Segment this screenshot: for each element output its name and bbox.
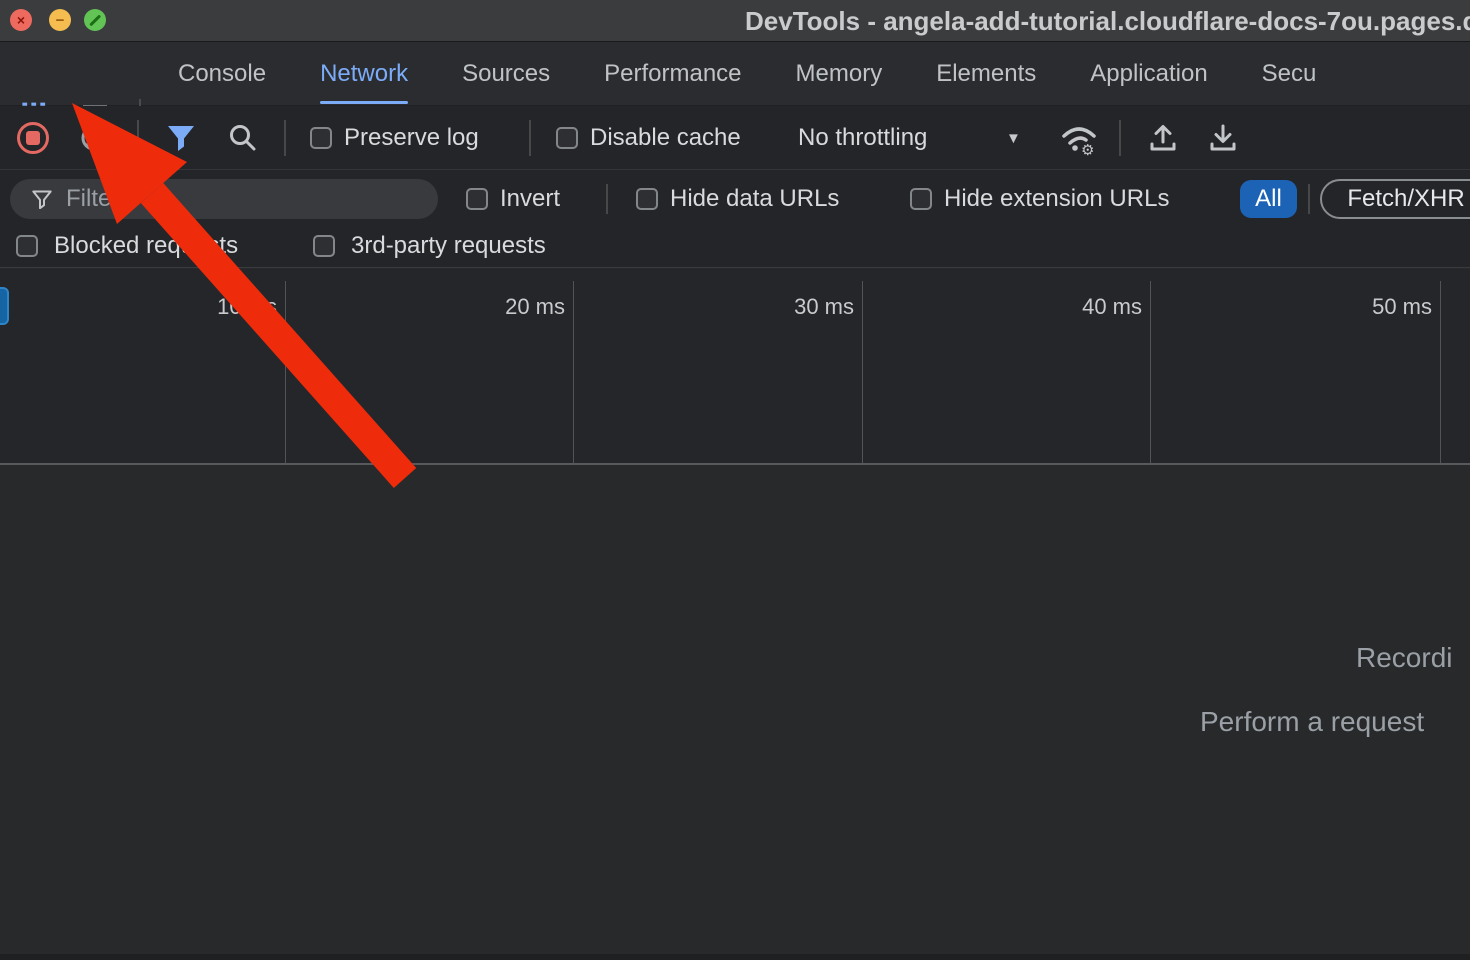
zoom-window-button[interactable] <box>84 9 106 31</box>
minimize-window-button[interactable]: − <box>49 9 71 31</box>
macos-titlebar: × − DevTools - angela-add-tutorial.cloud… <box>0 0 1470 42</box>
network-overview-timeline: 10 ms 20 ms 30 ms 40 ms 50 ms <box>0 269 1470 465</box>
record-network-log-button[interactable] <box>17 122 49 154</box>
close-window-button[interactable]: × <box>10 9 32 31</box>
filter-row-separator <box>606 184 608 214</box>
timeline-tick-40ms: 40 ms <box>1082 294 1142 320</box>
timeline-tick-20ms: 20 ms <box>505 294 565 320</box>
timeline-gridline <box>1150 281 1151 463</box>
request-type-all-chip[interactable]: All <box>1240 180 1297 218</box>
throttling-caret-icon: ▼ <box>1006 130 1021 147</box>
toolbar-separator <box>529 120 531 156</box>
throttling-select[interactable]: No throttling <box>798 106 927 170</box>
filter-funnel-icon <box>166 124 196 152</box>
invert-label: Invert <box>500 185 560 213</box>
tab-sources[interactable]: Sources <box>462 42 550 106</box>
network-conditions-button[interactable]: ⚙ <box>1058 119 1100 159</box>
timeline-gridline <box>1440 281 1441 463</box>
tab-application[interactable]: Application <box>1090 42 1207 106</box>
blocked-requests-toggle[interactable]: Blocked requests <box>16 224 238 268</box>
stop-record-icon <box>26 131 40 145</box>
toolbar-separator <box>137 120 139 156</box>
toolbar-separator <box>1119 120 1121 156</box>
network-toolbar: Preserve log Disable cache No throttling… <box>0 106 1470 170</box>
search-network-button[interactable] <box>226 122 260 154</box>
hide-data-urls-label: Hide data URLs <box>670 185 839 213</box>
tab-elements[interactable]: Elements <box>936 42 1036 106</box>
timeline-gridline <box>573 281 574 463</box>
timeline-gridline <box>862 281 863 463</box>
devtools-tabs: Console Network Sources Performance Memo… <box>178 42 1316 106</box>
tab-network[interactable]: Network <box>320 42 408 106</box>
devtools-tabbar: Console Network Sources Performance Memo… <box>0 42 1470 106</box>
preserve-log-label: Preserve log <box>344 124 479 152</box>
bottom-edge <box>0 954 1470 960</box>
empty-state-recording-text: Recordi <box>1356 642 1452 674</box>
upload-icon <box>1147 121 1179 155</box>
filter-toggle-button[interactable] <box>164 122 198 154</box>
filter-input-funnel-icon <box>32 190 52 209</box>
third-party-requests-label: 3rd-party requests <box>351 232 546 260</box>
blocked-requests-label: Blocked requests <box>54 232 238 260</box>
hide-data-urls-toggle[interactable]: Hide data URLs <box>636 170 839 228</box>
filter-input[interactable] <box>66 185 396 213</box>
tab-console[interactable]: Console <box>178 42 266 106</box>
search-icon <box>228 123 258 153</box>
throttling-value: No throttling <box>798 124 927 152</box>
more-filters-row: Blocked requests 3rd-party requests <box>0 228 1470 268</box>
clear-network-log-button[interactable] <box>80 124 108 152</box>
devtools-window: × − DevTools - angela-add-tutorial.cloud… <box>0 0 1470 960</box>
preserve-log-checkbox[interactable] <box>310 127 332 149</box>
filter-input-container[interactable] <box>10 179 438 219</box>
timeline-gridline <box>285 281 286 463</box>
network-requests-empty-area: Recordi Perform a request <box>0 467 1470 960</box>
window-title: DevTools - angela-add-tutorial.cloudflar… <box>745 0 1470 42</box>
third-party-requests-checkbox[interactable] <box>313 235 335 257</box>
timeline-tick-10ms: 10 ms <box>217 294 277 320</box>
blocked-requests-checkbox[interactable] <box>16 235 38 257</box>
network-filter-row: Invert Hide data URLs Hide extension URL… <box>0 170 1470 228</box>
clear-icon <box>80 124 108 152</box>
export-har-button[interactable] <box>1206 121 1240 155</box>
empty-state-perform-request-text: Perform a request <box>1200 706 1424 738</box>
download-icon <box>1207 121 1239 155</box>
tab-performance[interactable]: Performance <box>604 42 741 106</box>
disable-cache-toggle[interactable]: Disable cache <box>556 106 741 170</box>
filter-row-separator <box>1308 184 1310 214</box>
tab-security[interactable]: Secu <box>1262 42 1317 106</box>
disable-cache-label: Disable cache <box>590 124 741 152</box>
preserve-log-toggle[interactable]: Preserve log <box>310 106 479 170</box>
hide-data-urls-checkbox[interactable] <box>636 188 658 210</box>
timeline-tick-30ms: 30 ms <box>794 294 854 320</box>
zoom-icon <box>89 14 101 26</box>
hide-extension-urls-label: Hide extension URLs <box>944 185 1169 213</box>
request-type-fetch-xhr-chip[interactable]: Fetch/XHR <box>1320 179 1470 219</box>
import-har-button[interactable] <box>1146 121 1180 155</box>
disable-cache-checkbox[interactable] <box>556 127 578 149</box>
hide-extension-urls-checkbox[interactable] <box>910 188 932 210</box>
invert-filter-toggle[interactable]: Invert <box>466 170 560 228</box>
close-icon: × <box>17 13 25 27</box>
timeline-selection-handle[interactable] <box>0 287 9 325</box>
minimize-icon: − <box>56 13 65 28</box>
network-conditions-icon: ⚙ <box>1058 119 1100 159</box>
invert-checkbox[interactable] <box>466 188 488 210</box>
timeline-tick-50ms: 50 ms <box>1372 294 1432 320</box>
tab-memory[interactable]: Memory <box>796 42 883 106</box>
svg-text:⚙: ⚙ <box>1081 141 1094 159</box>
third-party-requests-toggle[interactable]: 3rd-party requests <box>313 224 546 268</box>
hide-extension-urls-toggle[interactable]: Hide extension URLs <box>910 170 1169 228</box>
toolbar-separator <box>284 120 286 156</box>
